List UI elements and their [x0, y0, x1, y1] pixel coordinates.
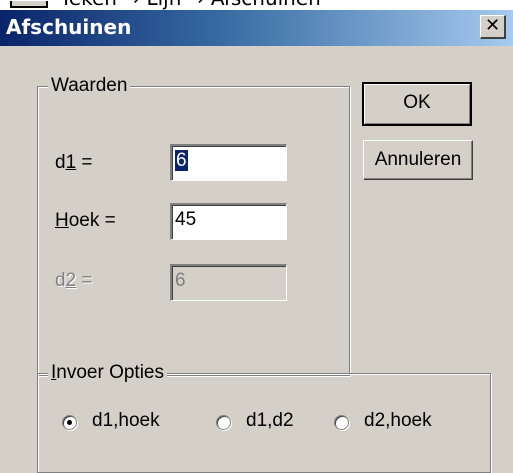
- radio-selected-dot: [67, 420, 72, 425]
- option-label-d1-hoek: d1,hoek: [92, 410, 160, 431]
- d1-value: 6: [175, 150, 188, 171]
- background-window-strip: Teken → Lijn → Afschuinen: [0, 0, 513, 10]
- waarden-legend: Waarden: [48, 74, 131, 98]
- option-label-d1-d2: d1,d2: [246, 410, 294, 431]
- dialog-title: Afschuinen: [6, 15, 132, 39]
- hoek-value: 45: [175, 209, 197, 230]
- dialog-titlebar[interactable]: Afschuinen ✕: [0, 10, 513, 46]
- cancel-button[interactable]: Annuleren: [363, 140, 473, 180]
- menu-path-text: Teken → Lijn → Afschuinen: [60, 0, 321, 10]
- dialog-body: Waarden d1 = 6 Hoek = 45 d2 = 6 OK Annul…: [0, 46, 513, 473]
- d2-input[interactable]: 6: [170, 264, 287, 301]
- option-d1-d2[interactable]: d1,d2: [216, 408, 326, 438]
- close-button[interactable]: ✕: [480, 15, 506, 39]
- d1-label: d1 =: [55, 152, 93, 173]
- hoek-input[interactable]: 45: [170, 203, 287, 240]
- d1-input[interactable]: 6: [170, 144, 287, 181]
- radio-d1-hoek[interactable]: [62, 415, 77, 430]
- invoer-opties-legend: Invoer Opties: [48, 361, 168, 385]
- close-icon: ✕: [484, 15, 501, 36]
- d2-value: 6: [175, 270, 186, 291]
- radio-d1-d2[interactable]: [216, 415, 231, 430]
- option-d1-hoek[interactable]: d1,hoek: [62, 408, 192, 438]
- ok-button[interactable]: OK: [362, 82, 472, 126]
- radio-d2-hoek[interactable]: [334, 415, 349, 430]
- hoek-label: Hoek =: [55, 210, 116, 231]
- d2-label: d2 =: [55, 270, 93, 291]
- toolbar-icon: [10, 1, 48, 8]
- option-label-d2-hoek: d2,hoek: [364, 410, 432, 431]
- option-d2-hoek[interactable]: d2,hoek: [334, 408, 474, 438]
